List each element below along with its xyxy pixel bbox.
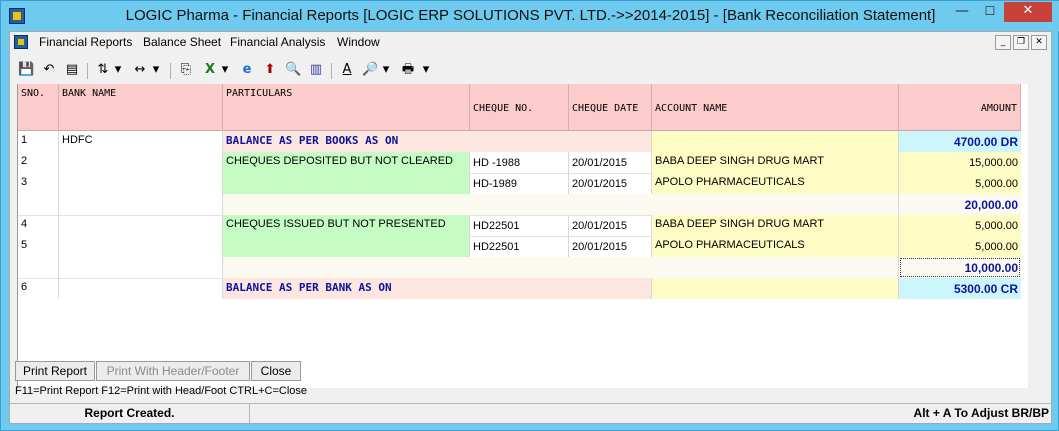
cell-sno[interactable]: 1 xyxy=(18,131,58,152)
cell-cheque-no[interactable]: HD -1988 xyxy=(470,152,568,173)
status-hint: Alt + A To Adjust BR/BP xyxy=(913,406,1049,420)
cell-sno[interactable]: 2 xyxy=(18,152,58,173)
cell-amount[interactable]: 5,000.00 xyxy=(899,236,1021,257)
cell-cheque-no[interactable]: HD-1989 xyxy=(470,173,568,194)
cell-cheque-date[interactable]: 20/01/2015 xyxy=(569,236,651,257)
browser-icon[interactable]: e xyxy=(239,62,255,78)
cell-cheque-date[interactable]: 20/01/2015 xyxy=(569,152,651,173)
child-restore-button[interactable]: ❐ xyxy=(1013,35,1029,50)
excel-icon[interactable]: X xyxy=(202,62,218,78)
cell-account-name[interactable]: APOLO PHARMACEUTICALS xyxy=(652,236,898,257)
cell-account-name[interactable]: APOLO PHARMACEUTICALS xyxy=(652,173,898,194)
save-icon[interactable]: 💾 xyxy=(18,62,34,78)
cell-sno[interactable]: 3 xyxy=(18,173,58,194)
status-message: Report Created. xyxy=(10,404,250,423)
printer-dropdown-icon[interactable]: ▾ xyxy=(421,62,431,78)
cell-particulars-deposited[interactable]: CHEQUES DEPOSITED BUT NOT CLEARED xyxy=(223,152,469,194)
shortcut-hint: F11=Print Report F12=Print with Head/Foo… xyxy=(15,385,308,397)
close-window-button[interactable]: ✕ xyxy=(1004,2,1052,22)
window-title: LOGIC Pharma - Financial Reports [LOGIC … xyxy=(125,7,936,24)
cell-amount-bank-balance[interactable]: 5300.00 CR xyxy=(899,278,1021,299)
font-icon[interactable]: A xyxy=(339,62,355,78)
child-window-icon[interactable] xyxy=(14,35,28,49)
cell-account-name[interactable] xyxy=(652,131,898,152)
cell-subtotal-deposited[interactable]: 20,000.00 xyxy=(899,194,1021,215)
toolbar-separator xyxy=(331,63,332,79)
cell-sno[interactable]: 5 xyxy=(18,236,58,257)
maximize-button[interactable]: ☐ xyxy=(976,2,1004,22)
column-header-particulars[interactable]: PARTICULARS xyxy=(223,84,470,131)
menu-bar: Financial Reports Balance Sheet Financia… xyxy=(10,32,1051,54)
cell-amount[interactable]: 15,000.00 xyxy=(899,152,1021,173)
sort-icon[interactable]: ⇅ xyxy=(95,62,111,78)
cell-particulars-bank-balance[interactable]: BALANCE AS PER BANK AS ON xyxy=(223,278,651,299)
cell-cheque-date[interactable]: 20/01/2015 xyxy=(569,215,651,236)
application-window: LOGIC Pharma - Financial Reports [LOGIC … xyxy=(0,0,1059,431)
printer-icon[interactable]: 🖶 xyxy=(400,62,416,78)
column-header-cheque-date[interactable]: CHEQUE DATE xyxy=(569,84,652,131)
copy-icon[interactable]: ⎘ xyxy=(178,62,194,78)
preview-dropdown-icon[interactable]: ▾ xyxy=(381,62,391,78)
undo-icon[interactable]: ↶ xyxy=(41,62,57,78)
cell-subtotal-issued[interactable]: 10,000.00 xyxy=(899,257,1021,278)
cell-cheque-no[interactable]: HD22501 xyxy=(470,236,568,257)
report-grid[interactable]: SNO. BANK NAME PARTICULARS CHEQUE NO. CH… xyxy=(17,84,1028,388)
calculator-icon[interactable]: ▤ xyxy=(64,62,80,78)
column-header-amount[interactable]: AMOUNT xyxy=(899,84,1021,131)
mdi-client: Financial Reports Balance Sheet Financia… xyxy=(9,31,1052,424)
cell-amount[interactable]: 5,000.00 xyxy=(899,173,1021,194)
toolbar: 💾 ↶ ▤ ⇅ ▾ ↔ ▾ ⎘ X ▾ e ⬆ 🔍 ▥ A 🔎 ▾ 🖶 ▾ xyxy=(10,60,1051,84)
subtotal-row-filler xyxy=(223,194,898,215)
print-preview-icon[interactable]: 🔎 xyxy=(362,62,378,78)
child-minimize-button[interactable]: _ xyxy=(995,35,1011,50)
cell-bank-name[interactable]: HDFC xyxy=(59,131,222,152)
export-dropdown-icon[interactable]: ▾ xyxy=(220,62,230,78)
cell-particulars-issued[interactable]: CHEQUES ISSUED BUT NOT PRESENTED xyxy=(223,215,469,257)
column-dropdown-icon[interactable]: ▾ xyxy=(151,62,161,78)
minimize-button[interactable]: — xyxy=(948,2,976,22)
menu-balance-sheet[interactable]: Balance Sheet xyxy=(143,35,221,49)
menu-financial-analysis[interactable]: Financial Analysis xyxy=(230,35,325,49)
column-header-cheque-no[interactable]: CHEQUE NO. xyxy=(470,84,569,131)
sort-dropdown-icon[interactable]: ▾ xyxy=(113,62,123,78)
cell-account-name[interactable] xyxy=(652,278,898,299)
subtotal-row-filler xyxy=(223,257,898,278)
cell-cheque-date[interactable]: 20/01/2015 xyxy=(569,173,651,194)
cell-amount-opening-balance[interactable]: 4700.00 DR xyxy=(899,131,1021,152)
toolbar-separator xyxy=(170,63,171,79)
cell-amount[interactable]: 5,000.00 xyxy=(899,215,1021,236)
cell-account-name[interactable]: BABA DEEP SINGH DRUG MART xyxy=(652,152,898,173)
child-close-button[interactable]: ✕ xyxy=(1031,35,1047,50)
print-header-footer-button[interactable]: Print With Header/Footer xyxy=(96,361,250,381)
cell-sno[interactable]: 4 xyxy=(18,215,58,236)
column-width-icon[interactable]: ↔ xyxy=(132,62,148,78)
close-button[interactable]: Close xyxy=(251,361,301,381)
column-header-account-name[interactable]: ACCOUNT NAME xyxy=(652,84,899,131)
column-header-bank-name[interactable]: BANK NAME xyxy=(59,84,223,131)
title-bar[interactable]: LOGIC Pharma - Financial Reports [LOGIC … xyxy=(1,1,1059,31)
cell-particulars-opening-balance[interactable]: BALANCE AS PER BOOKS AS ON xyxy=(223,131,651,152)
chart-icon[interactable]: ▥ xyxy=(308,62,324,78)
upload-arrow-icon[interactable]: ⬆ xyxy=(262,62,278,78)
find-icon[interactable]: 🔍 xyxy=(285,62,301,78)
menu-window[interactable]: Window xyxy=(337,35,380,49)
cell-account-name[interactable]: BABA DEEP SINGH DRUG MART xyxy=(652,215,898,236)
toolbar-separator xyxy=(87,63,88,79)
status-bar: Report Created. Alt + A To Adjust BR/BP xyxy=(10,403,1051,423)
menu-financial-reports[interactable]: Financial Reports xyxy=(39,35,132,49)
cell-sno[interactable]: 6 xyxy=(18,278,58,299)
cell-cheque-no[interactable]: HD22501 xyxy=(470,215,568,236)
print-report-button[interactable]: Print Report xyxy=(15,361,95,381)
column-header-sno[interactable]: SNO. xyxy=(18,84,59,131)
